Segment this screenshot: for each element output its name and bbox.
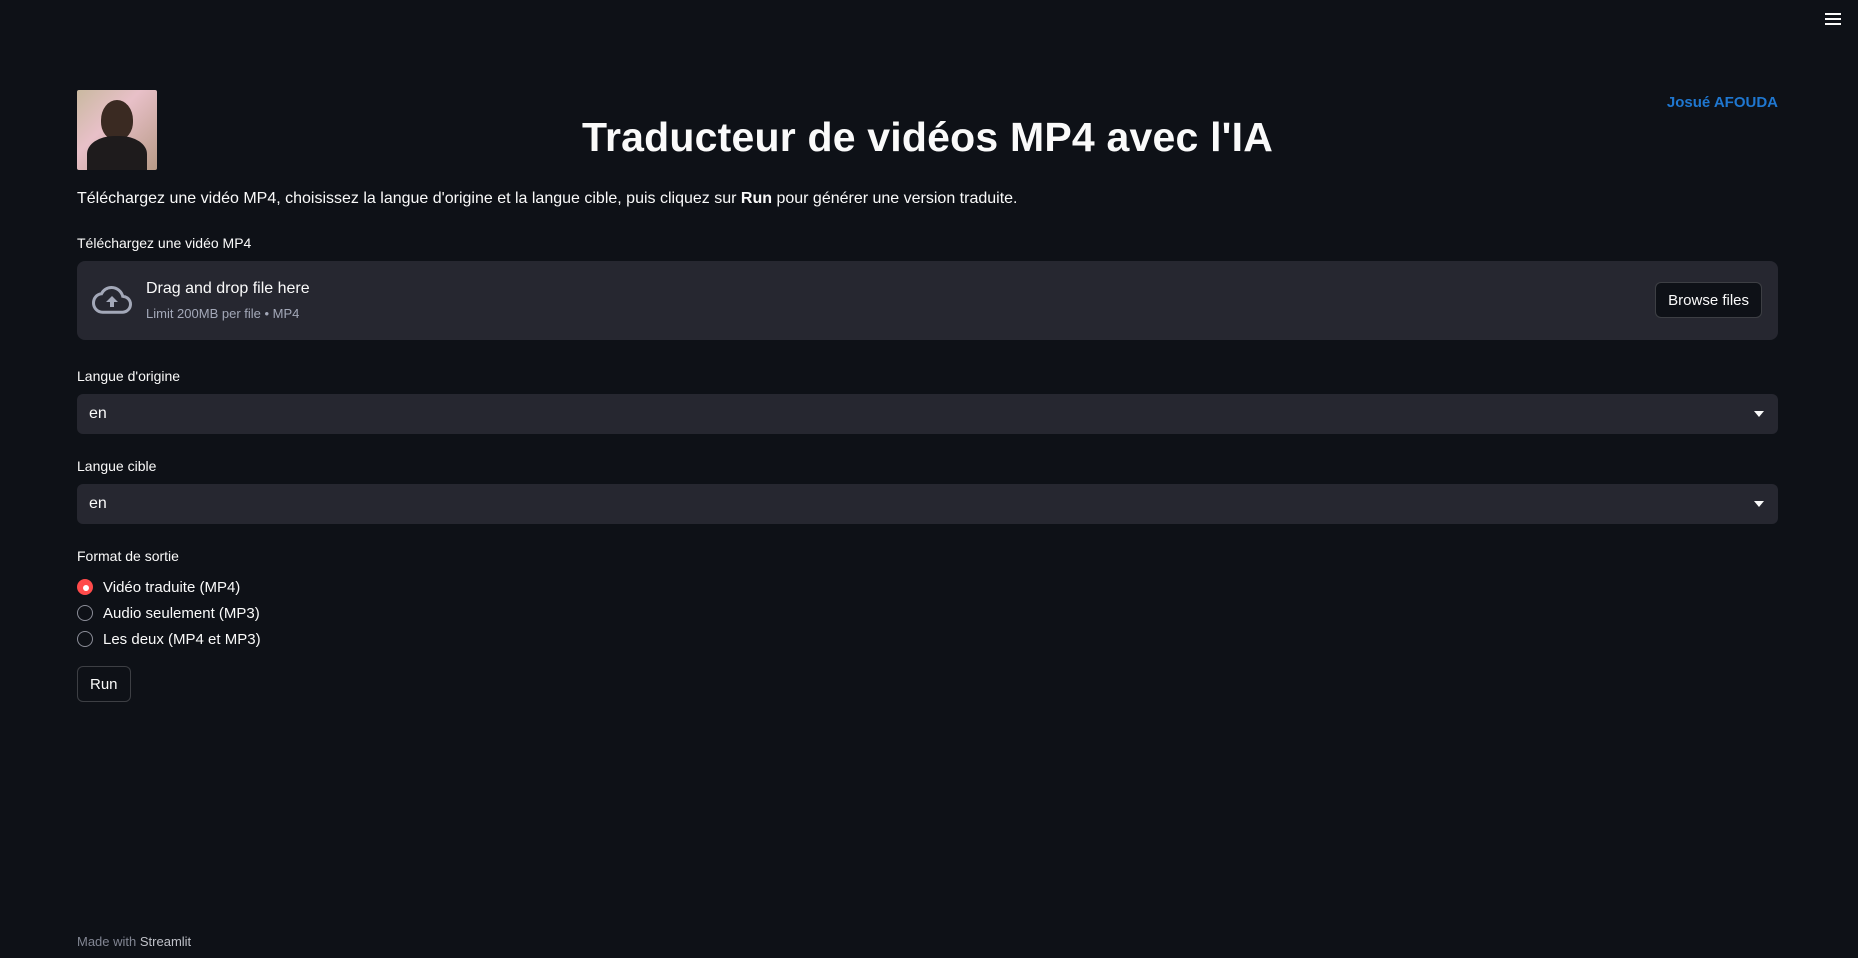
- source-language-value: en: [89, 405, 107, 422]
- radio-option-label: Audio seulement (MP3): [103, 604, 260, 622]
- chevron-down-icon: [1754, 411, 1764, 417]
- radio-button-checked[interactable]: [77, 579, 93, 595]
- radio-option-mp4[interactable]: Vidéo traduite (MP4): [77, 574, 1778, 600]
- source-language-label: Langue d'origine: [77, 368, 181, 384]
- file-uploader: Téléchargez une vidéo MP4 Drag and drop …: [77, 235, 1778, 340]
- header: Traducteur de vidéos MP4 avec l'IA Josué…: [77, 90, 1778, 170]
- target-language-select-block: Langue cible en: [77, 458, 1778, 524]
- uploader-label: Téléchargez une vidéo MP4: [77, 235, 252, 251]
- file-dropzone[interactable]: Drag and drop file here Limit 200MB per …: [77, 261, 1778, 340]
- intro-text-before: Téléchargez une vidéo MP4, choisissez la…: [77, 190, 741, 207]
- main-menu-button[interactable]: [1820, 8, 1846, 30]
- intro-text-after: pour générer une version traduite.: [772, 190, 1018, 207]
- footer-prefix: Made with: [77, 934, 137, 949]
- radio-option-both[interactable]: Les deux (MP4 et MP3): [77, 626, 1778, 652]
- footer: Made with Streamlit: [77, 934, 191, 949]
- main-content: Traducteur de vidéos MP4 avec l'IA Josué…: [77, 90, 1778, 702]
- menu-icon: [1825, 13, 1841, 25]
- dropzone-limit: Limit 200MB per file • MP4: [146, 306, 300, 321]
- target-language-label: Langue cible: [77, 458, 157, 474]
- radio-option-label: Vidéo traduite (MP4): [103, 578, 241, 596]
- source-language-select-block: Langue d'origine en: [77, 368, 1778, 434]
- radio-button[interactable]: [77, 631, 93, 647]
- streamlit-link[interactable]: Streamlit: [140, 934, 191, 949]
- cloud-upload-icon: [92, 285, 132, 314]
- output-format-radio-group: Format de sortie Vidéo traduite (MP4) Au…: [77, 548, 1778, 652]
- browse-files-button[interactable]: Browse files: [1655, 282, 1762, 318]
- chevron-down-icon: [1754, 501, 1764, 507]
- page-title: Traducteur de vidéos MP4 avec l'IA: [581, 114, 1274, 160]
- source-language-select[interactable]: en: [77, 394, 1778, 434]
- radio-button[interactable]: [77, 605, 93, 621]
- intro-text: Téléchargez une vidéo MP4, choisissez la…: [77, 188, 1778, 210]
- radio-option-label: Les deux (MP4 et MP3): [103, 630, 261, 648]
- radio-option-mp3[interactable]: Audio seulement (MP3): [77, 600, 1778, 626]
- output-format-label: Format de sortie: [77, 548, 179, 564]
- target-language-select[interactable]: en: [77, 484, 1778, 524]
- run-button[interactable]: Run: [77, 666, 131, 702]
- intro-text-bold: Run: [740, 190, 772, 207]
- target-language-value: en: [89, 495, 107, 512]
- author-link[interactable]: Josué AFOUDA: [1667, 94, 1778, 111]
- dropzone-instruction: Drag and drop file here: [146, 280, 310, 297]
